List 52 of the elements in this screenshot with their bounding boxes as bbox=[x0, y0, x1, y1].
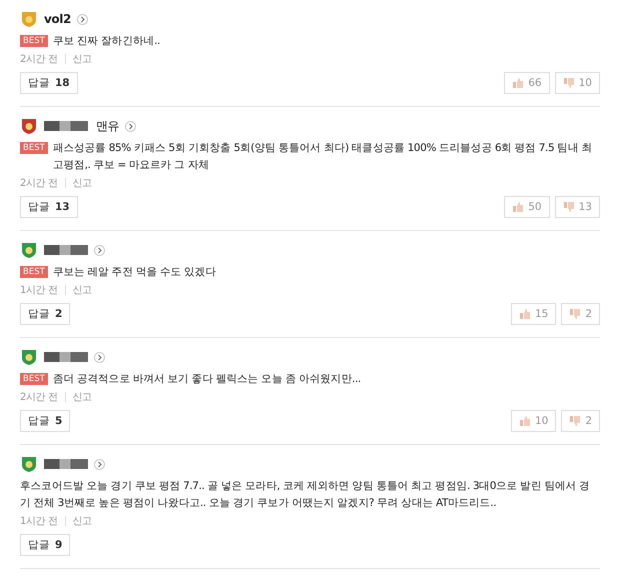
report-link[interactable]: 신고 bbox=[72, 514, 92, 528]
report-link[interactable]: 신고 bbox=[72, 52, 92, 66]
timestamp: 1시간 전 bbox=[20, 284, 58, 297]
reply-button[interactable]: 답글 2 bbox=[20, 303, 70, 325]
report-link[interactable]: 신고 bbox=[72, 390, 92, 404]
thumbs-down-icon bbox=[562, 77, 575, 89]
shield-icon bbox=[20, 455, 38, 473]
best-badge: BEST bbox=[20, 266, 48, 278]
timestamp: 2시간 전 bbox=[20, 53, 58, 66]
chevron-icon[interactable] bbox=[94, 352, 105, 362]
thumbs-up-icon bbox=[518, 308, 531, 320]
comment-text: 후스코어드발 오늘 경기 쿠보 평점 7.7.. 골 넣은 모라타, 코케 제외하면 양팀 통틀어 최고 평점임. 3대0으로 발린 팀에서 경기 전체 3번째로 높은 평점이 나왔다고.. 오늘 경기 쿠보가 어땠는지 알겠지? 무려 상대는 AT마드리드.. bbox=[20, 479, 591, 511]
comment-text: 패스성공률 85% 키패스 5회 기회창출 5회(양팀 통틀어서 최다) 태클성공률 100% 드리블성공 6회 평점 7.5 팀내 최고평점,. 쿠보 = 마요르카 그 자체 bbox=[52, 141, 593, 173]
thumbs-up-icon bbox=[512, 201, 524, 213]
report-link[interactable]: 신고 bbox=[72, 283, 92, 297]
thumbs-down-icon bbox=[569, 415, 582, 427]
chevron-icon[interactable] bbox=[125, 120, 136, 132]
thumbs-down-icon bbox=[569, 308, 582, 320]
like-button[interactable]: 66 bbox=[504, 72, 550, 94]
comment-text: 좀더 공격적으로 바껴서 보기 좋다 펠릭스는 오늘 좀 아쉬웠지만... bbox=[52, 372, 361, 387]
timestamp: 2시간 전 bbox=[20, 391, 58, 404]
chevron-icon[interactable] bbox=[94, 244, 105, 256]
dislike-button[interactable]: 2 bbox=[561, 410, 600, 432]
thumbs-down-icon bbox=[562, 201, 575, 213]
dislike-button[interactable]: 13 bbox=[554, 196, 600, 218]
shield-icon bbox=[20, 10, 38, 28]
timestamp: 1시간 전 bbox=[20, 515, 58, 528]
reply-button[interactable]: 답글 18 bbox=[20, 72, 78, 94]
like-button[interactable]: 15 bbox=[510, 303, 556, 325]
chevron-icon[interactable] bbox=[94, 458, 105, 470]
username[interactable]: vol2 bbox=[44, 12, 71, 26]
chevron-icon[interactable] bbox=[76, 14, 88, 24]
like-button[interactable]: 10 bbox=[510, 410, 556, 432]
reply-button[interactable]: 답글 9 bbox=[20, 534, 70, 556]
reply-button[interactable]: 답글 5 bbox=[20, 410, 70, 432]
thumbs-up-icon bbox=[512, 77, 524, 89]
dislike-button[interactable]: 2 bbox=[561, 303, 600, 325]
shield-icon bbox=[20, 348, 38, 366]
like-button[interactable]: 50 bbox=[504, 196, 550, 218]
username[interactable]: 맨유 bbox=[96, 118, 120, 134]
shield-icon bbox=[20, 241, 38, 259]
thumbs-up-icon bbox=[518, 415, 531, 427]
report-link[interactable]: 신고 bbox=[72, 176, 92, 190]
best-badge: BEST bbox=[20, 142, 48, 154]
comment-text: 쿠보 진짜 잘하긴하네.. bbox=[52, 34, 160, 49]
best-badge: BEST bbox=[20, 35, 48, 47]
comment-text: 쿠보는 레알 주전 먹을 수도 있겠다 bbox=[52, 265, 216, 280]
best-badge: BEST bbox=[20, 373, 48, 385]
timestamp: 2시간 전 bbox=[20, 177, 58, 190]
reply-button[interactable]: 답글 13 bbox=[20, 196, 78, 218]
dislike-button[interactable]: 10 bbox=[554, 72, 600, 94]
shield-icon bbox=[20, 117, 38, 135]
